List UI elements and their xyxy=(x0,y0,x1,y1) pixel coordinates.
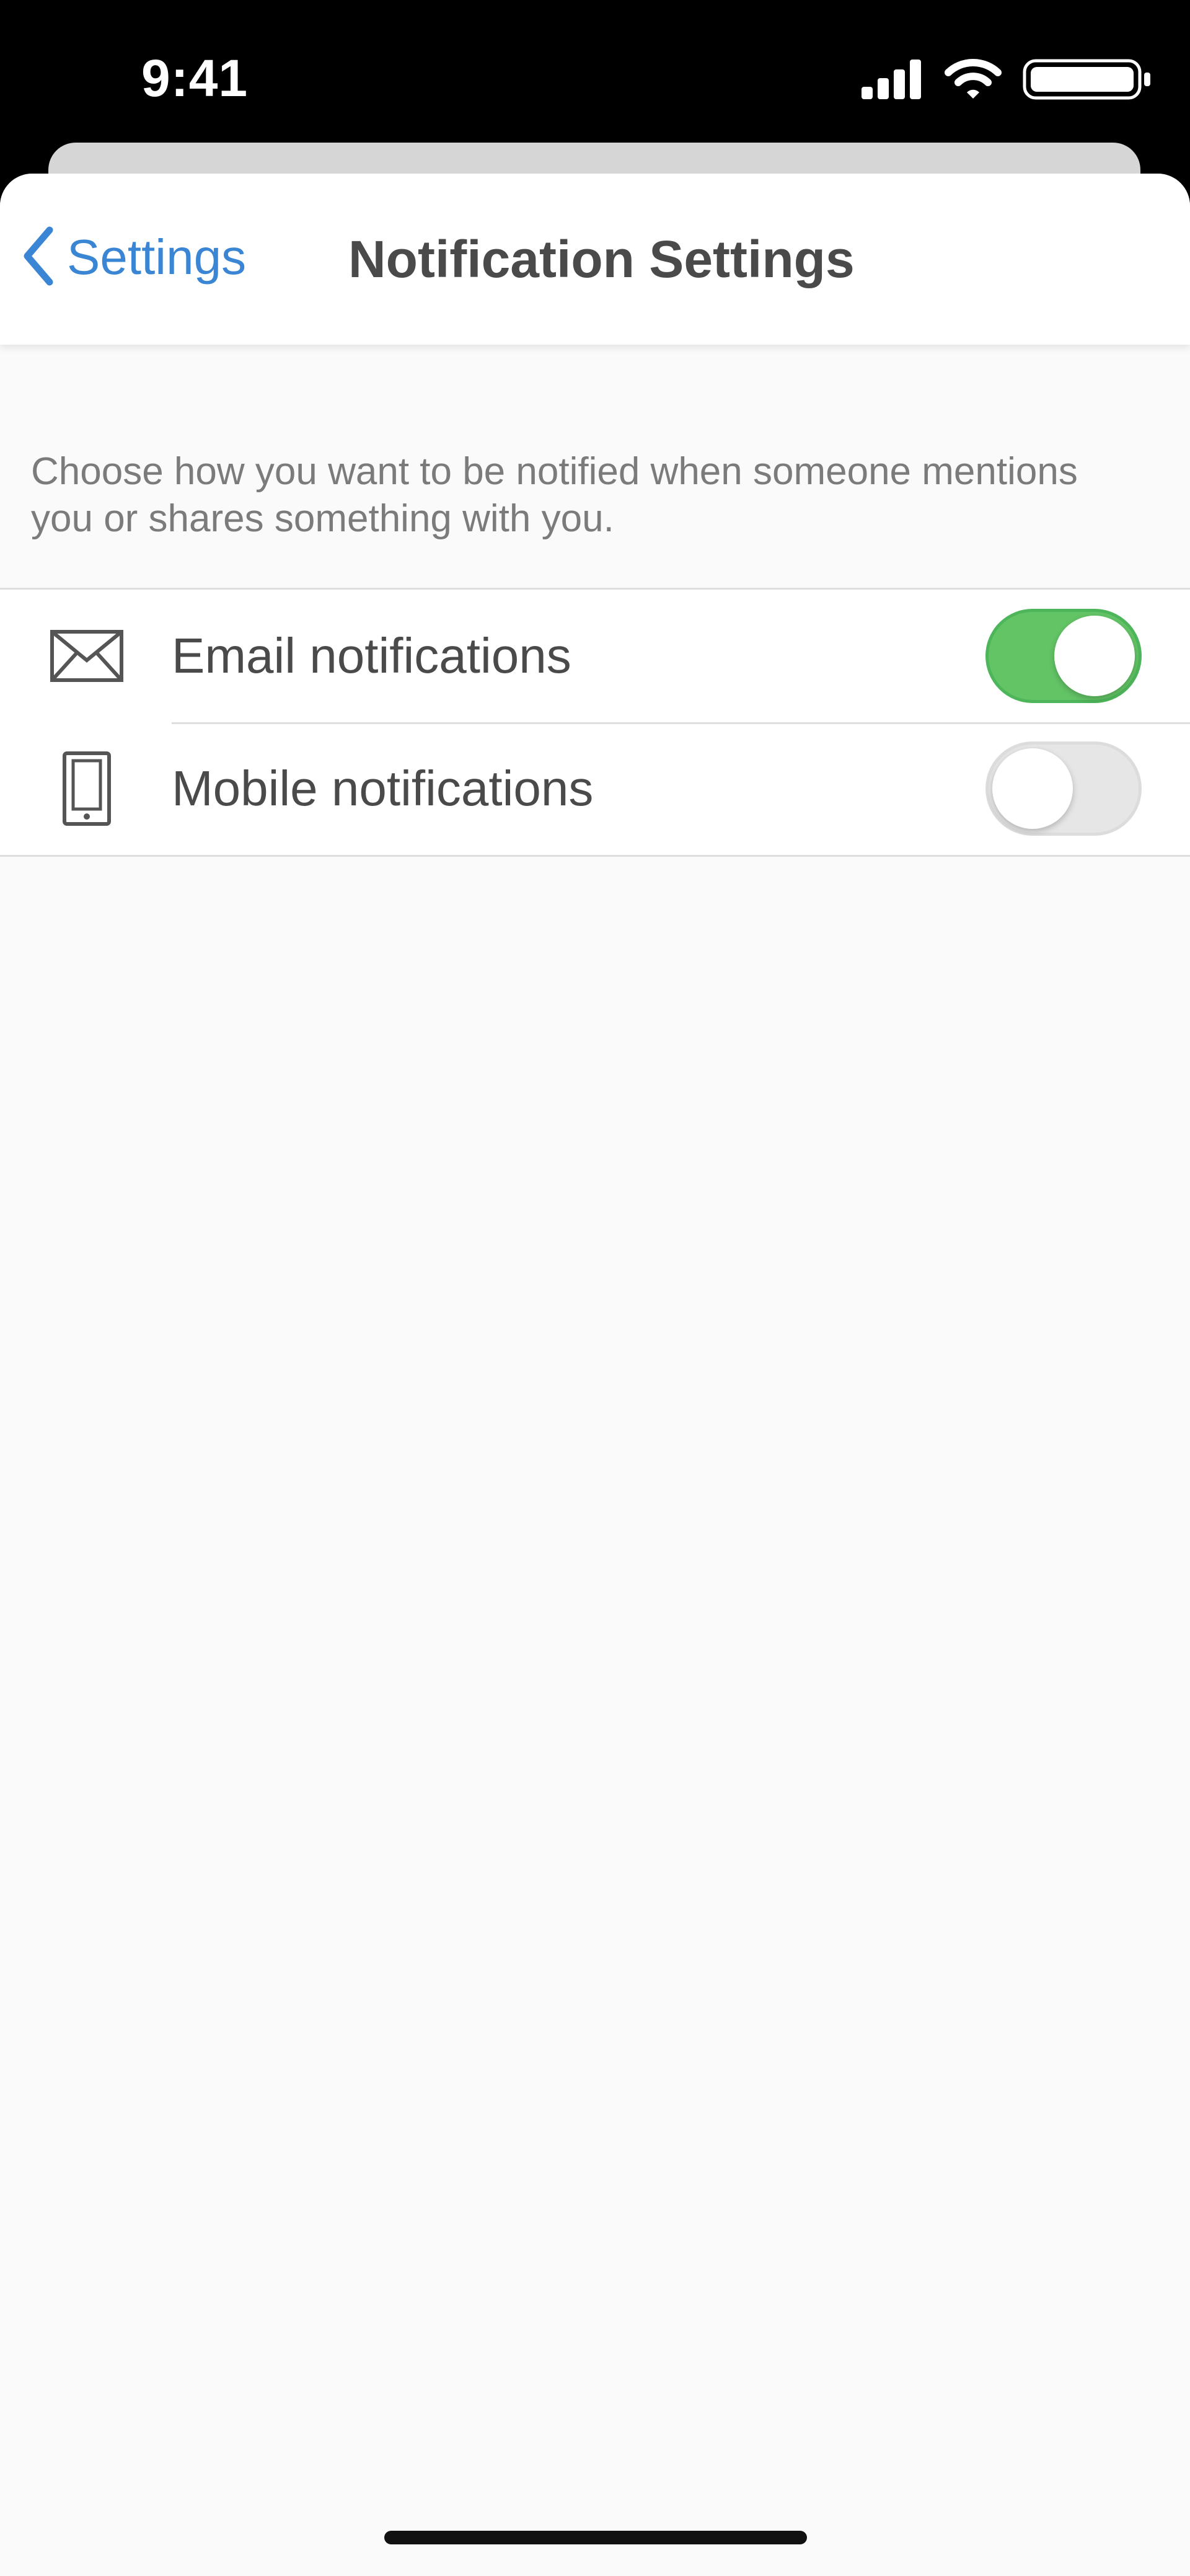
wifi-icon xyxy=(945,58,1002,103)
email-notifications-row: Email notifications xyxy=(0,590,1190,722)
mobile-notifications-label: Mobile notifications xyxy=(172,761,594,816)
envelope-icon xyxy=(43,613,130,699)
status-icons xyxy=(862,56,1153,105)
chevron-left-icon xyxy=(22,226,53,289)
toggle-knob xyxy=(1054,616,1135,696)
back-button-label: Settings xyxy=(67,229,247,285)
cellular-signal-icon xyxy=(862,59,923,102)
notification-settings-sheet: Settings Notification Settings Choose ho… xyxy=(0,174,1190,2576)
navigation-bar: Settings Notification Settings xyxy=(0,174,1190,345)
mobile-notifications-toggle[interactable] xyxy=(985,741,1142,836)
toggle-knob xyxy=(992,748,1073,829)
mobile-notifications-row: Mobile notifications xyxy=(0,722,1190,855)
page-title: Notification Settings xyxy=(348,229,855,288)
settings-description: Choose how you want to be notified when … xyxy=(31,450,1078,540)
home-indicator[interactable] xyxy=(384,2531,807,2544)
battery-icon xyxy=(1023,59,1153,103)
mobile-phone-icon xyxy=(43,745,130,832)
status-time: 9:41 xyxy=(141,49,249,107)
email-notifications-label: Email notifications xyxy=(172,628,571,683)
email-notifications-toggle[interactable] xyxy=(985,609,1142,703)
back-button[interactable]: Settings xyxy=(22,223,246,291)
notification-settings-list: Email notifications Mobile notifications xyxy=(0,588,1190,857)
